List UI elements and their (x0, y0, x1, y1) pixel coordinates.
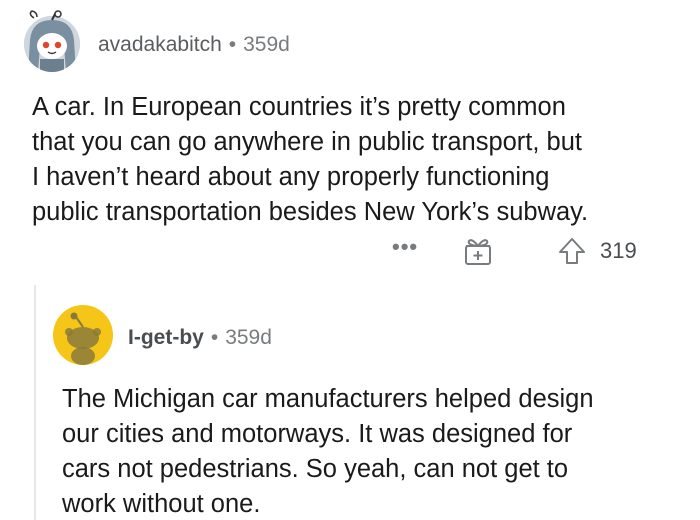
comment-age: 359d (225, 326, 272, 349)
vote-score: 319 (600, 238, 637, 263)
more-options-button[interactable]: ••• (392, 234, 418, 260)
comment-thread: avadakabitch • 359d A car. In European cou… (0, 0, 700, 520)
meta-separator: • (228, 33, 237, 56)
comment-line: I haven’t heard about any properly funct… (32, 163, 550, 191)
upvote-arrow-icon[interactable] (557, 236, 587, 266)
username-link[interactable]: I-get-by (128, 326, 204, 349)
thread-line[interactable] (34, 285, 36, 520)
comment-line: A car. In European countries it’s pretty… (32, 93, 566, 121)
comment-line: work without one. (62, 490, 261, 518)
comment-line: public transportation besides New York’s… (32, 198, 589, 226)
comment-meta: I-get-by • 359d (128, 326, 272, 350)
comment-age: 359d (243, 33, 290, 56)
comment-body: A car. In European countries it’s pretty… (32, 90, 682, 230)
comment-line: that you can go anywhere in public trans… (32, 128, 583, 156)
comment-action-bar: ••• 319 (0, 234, 700, 266)
comment-line: our cities and motorways. It was designe… (62, 420, 573, 448)
comment-line: The Michigan car manufacturers helped de… (62, 385, 594, 413)
comment-body: The Michigan car manufacturers helped de… (62, 382, 692, 520)
avatar[interactable] (52, 304, 114, 366)
gift-icon[interactable] (462, 236, 494, 266)
username-link[interactable]: avadakabitch (98, 33, 222, 56)
meta-separator: • (210, 326, 219, 349)
avatar[interactable] (20, 10, 84, 74)
comment-line: cars not pedestrians. So yeah, can not g… (62, 455, 569, 483)
comment-meta: avadakabitch • 359d (98, 33, 290, 57)
